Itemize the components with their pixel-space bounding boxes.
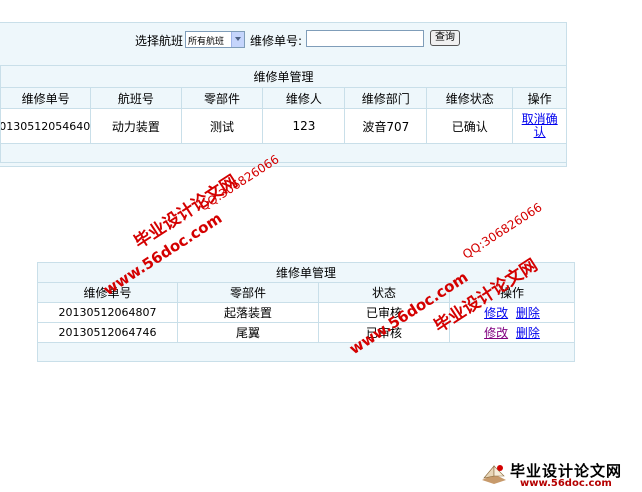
part-cell: 起落装置 [177,302,319,323]
query-button[interactable]: 查询 [430,30,460,46]
site-logo: 毕业设计论文网 www.56doc.com [480,458,640,490]
table-row: 20130512064746 尾翼 已审核 修改 删除 [37,322,576,343]
column-header: 零部件 [180,87,264,109]
delete-link[interactable]: 删除 [516,326,540,340]
part-cell: 测试 [180,108,264,144]
status-cell: 已确认 [426,108,514,144]
search-bar: 选择航班 所有航班 维修单号: 查询 [0,23,566,59]
department-cell: 波音707 [344,108,428,144]
flight-select-value: 所有航班 [188,37,225,47]
maintenance-panel-top: 选择航班 所有航班 维修单号: 查询 维修单管理 维修单号 航班号 零部件 维修… [0,22,567,167]
table-row: 20130512054640 动力装置 测试 123 波音707 已确认 取消确… [0,108,567,144]
maintenance-table-1: 维修单管理 维修单号 航班号 零部件 维修人 维修部门 维修状态 操作 2013… [0,65,567,163]
edit-link[interactable]: 修改 [484,306,508,320]
person-cell: 123 [262,108,346,144]
order-number-cell: 20130512064807 [37,302,178,323]
order-number-cell: 20130512064746 [37,322,178,343]
flight-select-label: 选择航班 [135,34,184,48]
column-header: 维修人 [262,87,346,109]
table-footer [36,342,576,362]
delete-link[interactable]: 删除 [516,306,540,320]
logo-url: www.56doc.com [520,478,612,489]
watermark-qq: QQ:306826066 [460,200,545,262]
column-header: 操作 [512,87,567,109]
column-header: 维修单号 [0,87,92,109]
table-caption: 维修单管理 [0,65,567,88]
column-header: 维修部门 [344,87,428,109]
flight-select[interactable]: 所有航班 [185,31,245,48]
flight-cell: 动力装置 [90,108,182,144]
book-logo-icon [482,465,506,484]
edit-link[interactable]: 修改 [484,326,508,340]
cancel-confirm-link[interactable]: 取消确认 [522,112,558,139]
table-row: 20130512064807 起落装置 已审核 修改 删除 [37,302,576,323]
column-header: 维修状态 [426,87,514,109]
column-header: 零部件 [177,282,319,303]
table-footer [0,143,567,163]
part-cell: 尾翼 [177,322,319,343]
order-number-label: 维修单号: [250,34,303,48]
column-header: 航班号 [90,87,182,109]
action-cell: 取消确认 [512,108,567,144]
order-number-cell: 20130512054640 [0,108,92,144]
action-cell: 修改 删除 [448,322,576,343]
chevron-down-icon[interactable] [231,32,244,47]
order-number-input[interactable] [306,30,424,47]
